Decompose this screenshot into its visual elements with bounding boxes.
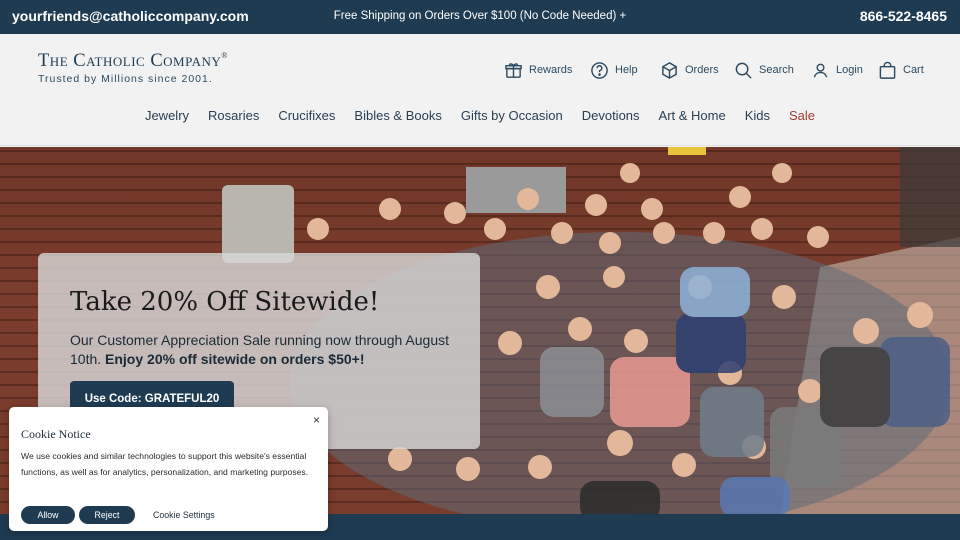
cart-link[interactable]: Cart <box>878 58 924 82</box>
cookie-notice-title: Cookie Notice <box>21 427 91 441</box>
nav-devotions[interactable]: Devotions <box>582 108 640 123</box>
nav-kids[interactable]: Kids <box>745 108 770 123</box>
sale-headline: Take 20% Off Sitewide! <box>70 287 380 317</box>
rewards-label: Rewards <box>529 64 573 76</box>
cookie-notice: Cookie Notice × We use cookies and simil… <box>9 407 328 531</box>
top-bar: yourfriends@catholiccompany.com Free Shi… <box>0 0 960 34</box>
box-icon <box>662 61 677 79</box>
brand-name: The Catholic Company® <box>38 51 228 72</box>
nav-gifts-by-occasion[interactable]: Gifts by Occasion <box>461 108 563 123</box>
search-icon <box>735 62 752 79</box>
search-label: Search <box>759 64 794 76</box>
allow-cookies-button[interactable]: Allow <box>21 506 75 524</box>
site-logo[interactable]: The Catholic Company® Trusted by Million… <box>38 51 228 85</box>
nav-art-home[interactable]: Art & Home <box>659 108 726 123</box>
registered-mark: ® <box>221 51 228 60</box>
rewards-link[interactable]: Rewards <box>504 58 572 82</box>
nav-sale[interactable]: Sale <box>789 108 815 123</box>
nav-bibles-books[interactable]: Bibles & Books <box>354 108 441 123</box>
nav-crucifixes[interactable]: Crucifixes <box>278 108 335 123</box>
orders-link[interactable]: Orders <box>660 58 719 82</box>
site-header: The Catholic Company® Trusted by Million… <box>0 34 960 146</box>
help-link[interactable]: Help <box>590 58 638 82</box>
cookie-notice-body: We use cookies and similar technologies … <box>21 451 309 477</box>
help-label: Help <box>615 64 638 76</box>
close-icon[interactable]: × <box>313 413 320 427</box>
contact-phone-link[interactable]: 866-522-8465 <box>860 8 947 24</box>
help-icon <box>591 61 608 79</box>
login-link[interactable]: Login <box>811 58 863 82</box>
nav-rosaries[interactable]: Rosaries <box>208 108 259 123</box>
rewards-icon <box>505 62 522 78</box>
nav-jewelry[interactable]: Jewelry <box>145 108 189 123</box>
cart-label: Cart <box>903 64 924 76</box>
shipping-promo-link[interactable]: Free Shipping on Orders Over $100 (No Co… <box>0 10 960 22</box>
login-label: Login <box>836 64 863 76</box>
brand-tagline: Trusted by Millions since 2001. <box>38 73 213 85</box>
main-navigation: Jewelry Rosaries Crucifixes Bibles & Boo… <box>0 108 960 123</box>
user-icon <box>813 63 828 77</box>
reject-cookies-button[interactable]: Reject <box>79 506 135 524</box>
sale-description-bold: Enjoy 20% off sitewide on orders $50+! <box>105 351 365 367</box>
search-link[interactable]: Search <box>734 58 794 82</box>
sale-description: Our Customer Appreciation Sale running n… <box>70 331 470 369</box>
orders-label: Orders <box>685 64 719 76</box>
shopping-bag-icon <box>879 61 896 79</box>
cookie-settings-link[interactable]: Cookie Settings <box>153 510 215 520</box>
brand-text: The Catholic Company <box>38 51 222 71</box>
